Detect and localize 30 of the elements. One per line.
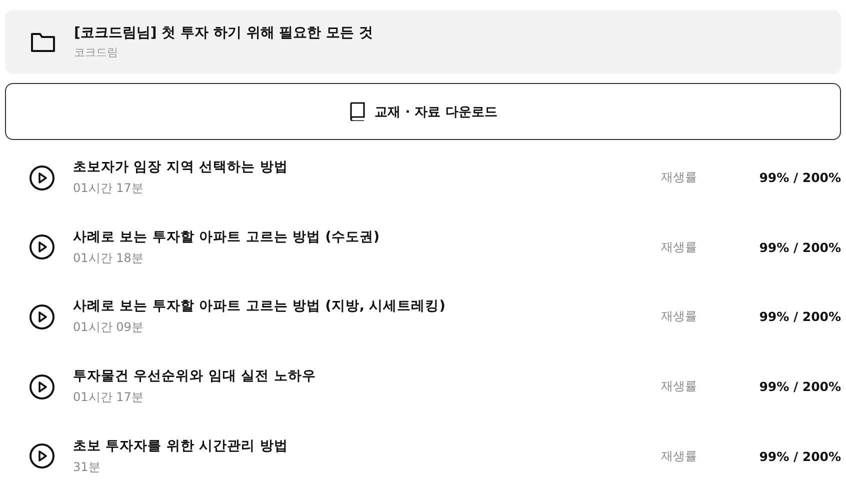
play-icon[interactable] [29, 443, 55, 470]
play-icon[interactable] [29, 374, 55, 400]
lesson-duration: 01시간 17분 [73, 180, 144, 198]
lesson-title[interactable]: 사례로 보는 투자할 아파트 고르는 방법 (수도권) [73, 228, 661, 246]
playback-rate-label: 재생률 [661, 308, 698, 326]
playback-rate-value: 99% / 200% [758, 170, 841, 186]
lesson-title[interactable]: 투자물건 우선순위와 임대 실전 노하우 [73, 367, 661, 386]
book-icon [348, 102, 365, 121]
lesson-title[interactable]: 사례로 보는 투자할 아파트 고르는 방법 (지방, 시세트레킹) [73, 297, 661, 316]
play-icon[interactable] [29, 234, 55, 260]
course-title: [코크드림님] 첫 투자 하기 위해 필요한 모든 것 [74, 24, 373, 42]
playback-rate-value: 99% / 200% [758, 240, 841, 255]
download-button[interactable]: 교재 · 자료 다운로드 [5, 83, 841, 140]
playback-rate-value: 99% / 200% [758, 379, 841, 394]
lesson-duration: 01시간 17분 [73, 389, 144, 406]
playback-rate-label: 재생률 [661, 238, 698, 256]
playback-rate-value: 99% / 200% [758, 448, 841, 464]
playback-rate-label: 재생률 [661, 169, 698, 186]
lesson-duration: 31분 [73, 458, 102, 476]
lesson-duration: 01시간 18분 [73, 250, 144, 267]
play-icon[interactable] [29, 164, 55, 191]
lesson-title[interactable]: 초보자가 임장 지역 선택하는 방법 [73, 158, 661, 176]
lesson-duration: 01시간 09분 [73, 319, 144, 336]
playback-rate-value: 99% / 200% [758, 309, 841, 324]
folder-icon [30, 31, 56, 53]
play-icon[interactable] [29, 304, 55, 330]
playback-rate-label: 재생률 [661, 378, 698, 396]
playback-rate-label: 재생률 [661, 448, 698, 465]
lesson-title[interactable]: 초보 투자자를 위한 시간관리 방법 [73, 436, 661, 455]
course-author: 코크드림 [74, 45, 119, 60]
